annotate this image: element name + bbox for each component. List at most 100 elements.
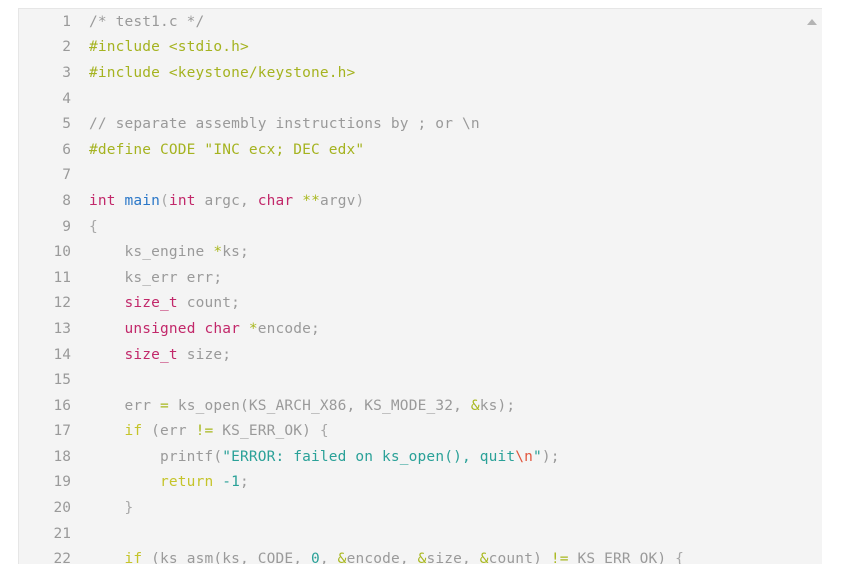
scroll-up-arrow-icon[interactable] xyxy=(806,19,817,25)
token-punc: ( xyxy=(160,192,169,209)
token-ctrl: if xyxy=(124,551,143,564)
code-line-content[interactable]: return -1; xyxy=(85,470,822,496)
code-line: 16 err = ks_open(KS_ARCH_X86, KS_MODE_32… xyxy=(19,393,822,419)
code-line-content[interactable]: #define CODE "INC ecx; DEC edx" xyxy=(85,137,822,163)
token-op: != xyxy=(550,551,569,564)
code-line-content[interactable] xyxy=(85,86,822,112)
code-line-content[interactable]: if (ks_asm(ks, CODE, 0, &encode, &size, … xyxy=(85,546,822,564)
code-line-content[interactable]: size_t size; xyxy=(85,342,822,368)
vertical-scrollbar[interactable] xyxy=(801,9,822,564)
token-kw: int xyxy=(89,192,116,209)
token-plain: ks_err err; xyxy=(89,269,223,286)
code-line: 22 if (ks_asm(ks, CODE, 0, &encode, &siz… xyxy=(19,546,822,564)
code-line: 10 ks_engine *ks; xyxy=(19,239,822,265)
token-op: != xyxy=(195,423,214,440)
code-lines-container: 1 /* test1.c */ 2 #include <stdio.h> 3 #inclu… xyxy=(19,9,822,564)
code-line-content[interactable] xyxy=(85,367,822,393)
token-punc: ) xyxy=(355,192,365,209)
code-line: 17 if (err != KS_ERR_OK) { xyxy=(19,419,822,445)
line-number: 5 xyxy=(62,116,71,133)
code-line-content[interactable]: #include <stdio.h> xyxy=(85,35,822,61)
line-number: 8 xyxy=(62,192,71,209)
token-str: "ERROR: failed on ks_open(), quit xyxy=(222,448,516,465)
code-line-content[interactable]: if (err != KS_ERR_OK) { xyxy=(85,419,822,445)
token-str: " xyxy=(533,448,542,465)
line-number: 13 xyxy=(53,320,71,337)
line-number: 7 xyxy=(62,167,71,184)
code-line-content[interactable]: printf("ERROR: failed on ks_open(), quit… xyxy=(85,444,822,470)
code-line-content[interactable]: err = ks_open(KS_ARCH_X86, KS_MODE_32, &… xyxy=(85,393,822,419)
code-line-content[interactable]: #include <keystone/keystone.h> xyxy=(85,60,822,86)
line-number: 15 xyxy=(53,372,71,389)
line-number: 3 xyxy=(62,64,71,81)
token-plain: , xyxy=(319,551,338,564)
token-ctrl: if xyxy=(124,423,143,440)
code-line: 20 } xyxy=(19,495,822,521)
code-line-content[interactable]: unsigned char *encode; xyxy=(85,316,822,342)
token-punc: { xyxy=(89,218,98,235)
code-line-content[interactable]: { xyxy=(85,214,822,240)
token-plain: KS_ERR_OK) xyxy=(213,423,320,440)
line-number: 20 xyxy=(53,500,71,517)
code-line-content[interactable]: /* test1.c */ xyxy=(85,9,822,35)
token-plain: ); xyxy=(541,448,560,465)
code-line: 3 #include <keystone/keystone.h> xyxy=(19,60,822,86)
code-line-content[interactable]: } xyxy=(85,495,822,521)
token-op: * xyxy=(248,320,258,337)
token-num: -1 xyxy=(222,474,240,491)
token-plain: argc, xyxy=(195,192,258,209)
code-line: 6 #define CODE "INC ecx; DEC edx" xyxy=(19,137,822,163)
line-number: 17 xyxy=(53,423,71,440)
token-plain: count) xyxy=(488,551,551,564)
token-comment: // separate assembly instructions by ; o… xyxy=(89,116,480,133)
line-number: 16 xyxy=(53,397,71,414)
token-punc: { xyxy=(319,423,329,440)
line-number: 14 xyxy=(53,346,71,363)
token-plain: size, xyxy=(426,551,480,564)
code-line: 12 size_t count; xyxy=(19,291,822,317)
token-comment: /* test1.c */ xyxy=(89,13,205,30)
line-number: 6 xyxy=(62,141,71,158)
code-line-content[interactable] xyxy=(85,521,822,547)
line-number: 19 xyxy=(53,474,71,491)
token-op: & xyxy=(337,551,347,564)
code-line-content[interactable]: int main(int argc, char **argv) xyxy=(85,188,822,214)
token-plain: (ks_asm(ks, CODE, xyxy=(142,551,312,564)
token-plain: ks; xyxy=(222,244,249,261)
line-number: 21 xyxy=(53,525,71,542)
line-number: 11 xyxy=(53,269,71,286)
code-viewer[interactable]: 1 /* test1.c */ 2 #include <stdio.h> 3 #inclu… xyxy=(18,8,822,564)
code-line-content[interactable] xyxy=(85,163,822,189)
code-line: 15 xyxy=(19,367,822,393)
code-line-content[interactable]: ks_engine *ks; xyxy=(85,239,822,265)
token-op: & xyxy=(479,551,489,564)
token-kw: size_t xyxy=(124,295,178,312)
code-line-content[interactable]: // separate assembly instructions by ; o… xyxy=(85,111,822,137)
token-plain: ks_engine xyxy=(89,244,214,261)
code-line: 1 /* test1.c */ xyxy=(19,9,822,35)
code-line: 7 xyxy=(19,163,822,189)
token-plain: err xyxy=(89,397,161,414)
code-line-content[interactable]: ks_err err; xyxy=(85,265,822,291)
code-line: 13 unsigned char *encode; xyxy=(19,316,822,342)
token-kw: unsigned char xyxy=(124,320,240,337)
token-plain: (err xyxy=(142,423,196,440)
code-line: 19 return -1; xyxy=(19,470,822,496)
token-plain: size; xyxy=(177,346,232,363)
token-plain: count; xyxy=(177,295,240,312)
token-esc: \n xyxy=(515,448,533,465)
token-plain: ; xyxy=(239,474,249,491)
line-number: 18 xyxy=(53,448,71,465)
line-number: 4 xyxy=(62,90,71,107)
code-listing: 1 /* test1.c */ 2 #include <stdio.h> 3 #inclu… xyxy=(19,9,822,564)
token-op: * xyxy=(213,244,223,261)
token-op: & xyxy=(470,397,480,414)
code-line-content[interactable]: size_t count; xyxy=(85,291,822,317)
